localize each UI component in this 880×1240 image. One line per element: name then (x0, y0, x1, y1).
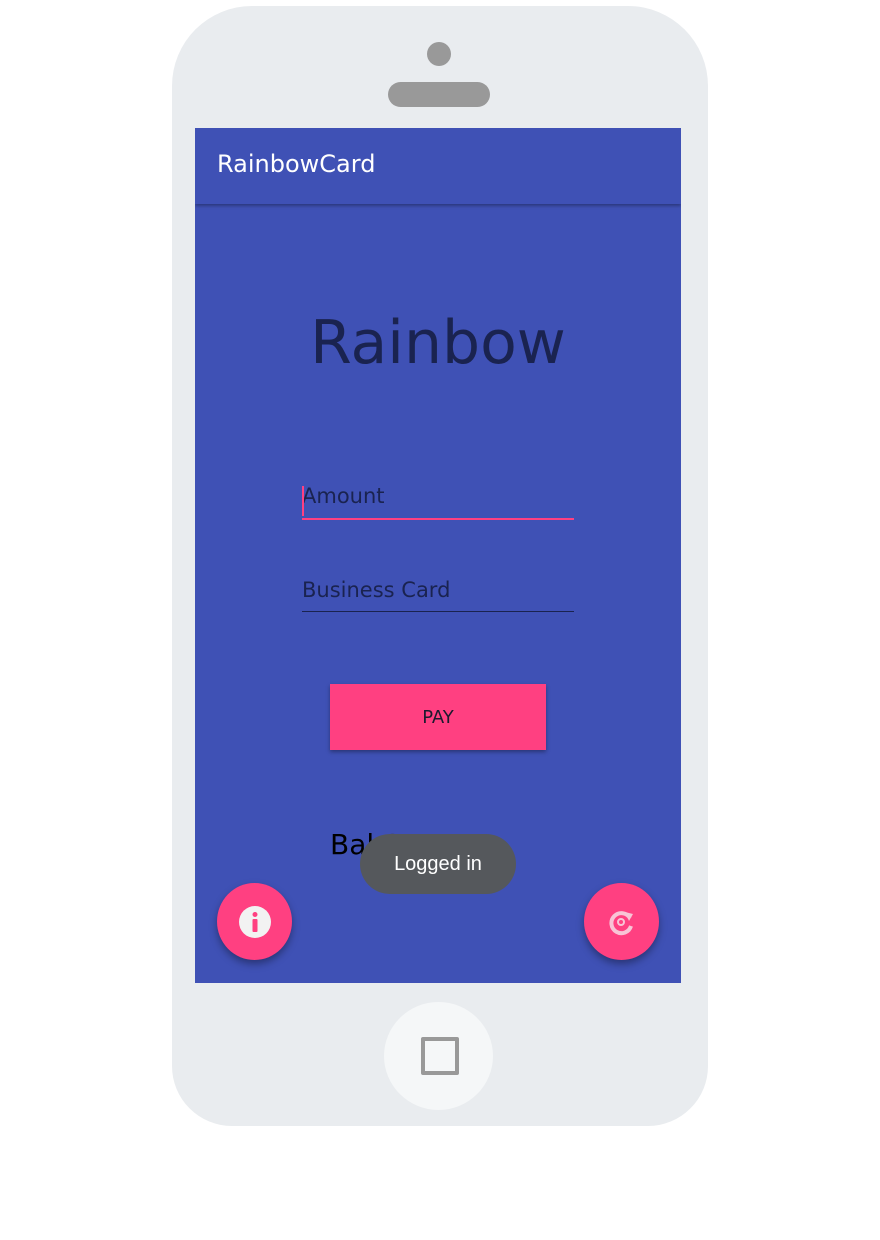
camera (427, 42, 451, 66)
home-square-icon (421, 1037, 459, 1075)
business-card-placeholder: Business Card (302, 578, 451, 602)
app-bar: RainbowCard (195, 128, 681, 204)
info-icon (238, 905, 271, 938)
refresh-icon (608, 910, 633, 935)
app-title: RainbowCard (217, 150, 376, 178)
app-screen: RainbowCard Rainbow Amount Business Card… (195, 128, 681, 983)
pay-button[interactable]: PAY (330, 684, 546, 750)
toast: Logged in (360, 834, 516, 894)
refresh-button[interactable] (584, 883, 659, 960)
logo-text: Rainbow (310, 308, 566, 378)
amount-input[interactable]: Amount (302, 484, 574, 520)
speaker (388, 82, 490, 107)
business-card-input[interactable]: Business Card (302, 578, 574, 612)
amount-placeholder: Amount (302, 484, 385, 508)
info-button[interactable] (217, 883, 292, 960)
toast-message: Logged in (394, 852, 482, 875)
